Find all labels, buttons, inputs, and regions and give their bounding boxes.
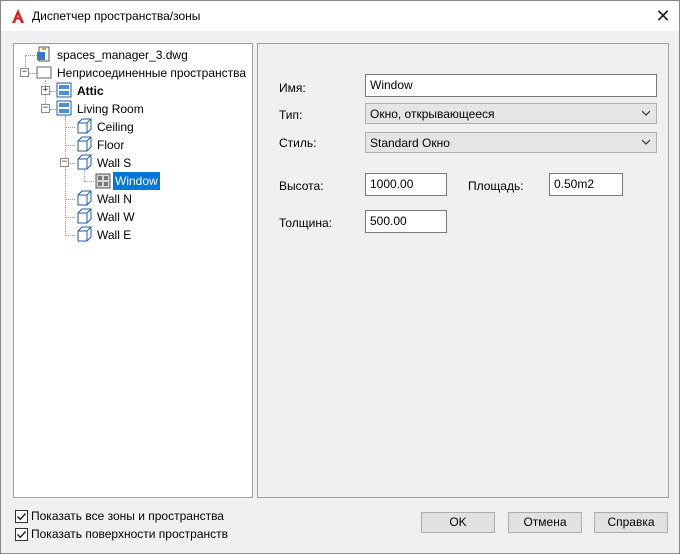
type-label: Тип: — [279, 108, 303, 122]
drawing-file-icon — [37, 46, 50, 62]
area-field[interactable]: 0.50m2 — [549, 173, 623, 196]
collapse-icon[interactable]: − — [20, 68, 29, 77]
tree-item-living-room[interactable]: − Living Room — [14, 100, 252, 118]
area-label: Площадь: — [468, 179, 524, 193]
close-button[interactable]: ✕ — [653, 6, 673, 26]
tree-label-ceiling: Ceiling — [97, 120, 134, 134]
space-icon — [56, 100, 72, 116]
style-select[interactable]: Standard Окно — [365, 132, 657, 153]
autocad-app-icon — [12, 9, 24, 23]
tree-label-wall-n: Wall N — [97, 192, 132, 206]
tree-label-attic: Attic — [77, 84, 104, 98]
tree-item-floor[interactable]: Floor — [14, 136, 252, 154]
checkbox-box[interactable] — [15, 528, 28, 541]
space-tree[interactable]: spaces_manager_3.dwg − Неприсоединенные … — [13, 43, 253, 498]
surface-icon — [77, 190, 92, 206]
show-all-zones-label: Показать все зоны и пространства — [31, 509, 224, 523]
show-surfaces-checkbox[interactable]: Показать поверхности пространств — [15, 527, 235, 543]
type-select[interactable]: Окно, открывающееся — [365, 103, 657, 124]
tree-item-wall-n[interactable]: Wall N — [14, 190, 252, 208]
checkmark-icon — [17, 531, 27, 539]
cancel-button[interactable]: Отмена — [508, 512, 582, 533]
thickness-field[interactable]: 500.00 — [365, 210, 447, 233]
name-field[interactable]: Window — [365, 74, 657, 97]
tree-label-unattached: Неприсоединенные пространства — [57, 66, 247, 80]
name-label: Имя: — [279, 81, 306, 95]
tree-item-attic[interactable]: + Attic — [14, 82, 252, 100]
tree-label-wall-w: Wall W — [97, 210, 135, 224]
height-field[interactable]: 1000.00 — [365, 173, 447, 196]
surface-icon — [77, 136, 92, 152]
tree-item-window[interactable]: Window — [14, 172, 252, 190]
folder-icon — [36, 66, 52, 79]
show-all-zones-checkbox[interactable]: Показать все зоны и пространства — [15, 509, 235, 525]
chevron-down-icon — [642, 139, 650, 145]
surface-icon — [77, 118, 92, 134]
surface-icon — [77, 226, 92, 242]
style-select-value: Standard Окно — [370, 136, 450, 150]
window-title: Диспетчер пространства/зоны — [32, 9, 201, 23]
tree-item-ceiling[interactable]: Ceiling — [14, 118, 252, 136]
surface-icon — [77, 154, 92, 170]
collapse-icon[interactable]: − — [60, 158, 69, 167]
chevron-down-icon — [642, 110, 650, 116]
type-select-value: Окно, открывающееся — [370, 107, 495, 121]
expand-icon[interactable]: + — [41, 86, 50, 95]
tree-item-unattached[interactable]: − Неприсоединенные пространства — [14, 64, 252, 82]
tree-label-living-room: Living Room — [77, 102, 144, 116]
tree-label-wall-e: Wall E — [97, 228, 132, 242]
properties-panel: Имя: Window Тип: Окно, открывающееся Сти… — [257, 43, 669, 498]
checkbox-box[interactable] — [15, 510, 28, 523]
space-zone-manager-dialog: Диспетчер пространства/зоны ✕ spaces_man… — [0, 0, 680, 554]
tree-item-drawing[interactable]: spaces_manager_3.dwg — [14, 46, 252, 64]
thickness-label: Толщина: — [279, 216, 333, 230]
tree-label-wall-s: Wall S — [97, 156, 132, 170]
ok-button[interactable]: OK — [421, 512, 495, 533]
close-icon: ✕ — [655, 6, 671, 26]
surface-icon — [77, 208, 92, 224]
style-label: Стиль: — [279, 136, 317, 150]
height-label: Высота: — [279, 179, 324, 193]
tree-item-wall-s[interactable]: − Wall S — [14, 154, 252, 172]
checkmark-icon — [17, 513, 27, 521]
tree-label-drawing: spaces_manager_3.dwg — [57, 48, 188, 62]
space-icon — [56, 82, 72, 98]
opening-icon — [95, 173, 111, 189]
tree-item-wall-w[interactable]: Wall W — [14, 208, 252, 226]
tree-label-window: Window — [113, 172, 160, 190]
tree-item-wall-e[interactable]: Wall E — [14, 226, 252, 244]
help-button[interactable]: Справка — [594, 512, 668, 533]
title-bar: Диспетчер пространства/зоны ✕ — [1, 1, 679, 31]
collapse-icon[interactable]: − — [41, 104, 50, 113]
show-surfaces-label: Показать поверхности пространств — [31, 527, 228, 541]
tree-label-floor: Floor — [97, 138, 125, 152]
